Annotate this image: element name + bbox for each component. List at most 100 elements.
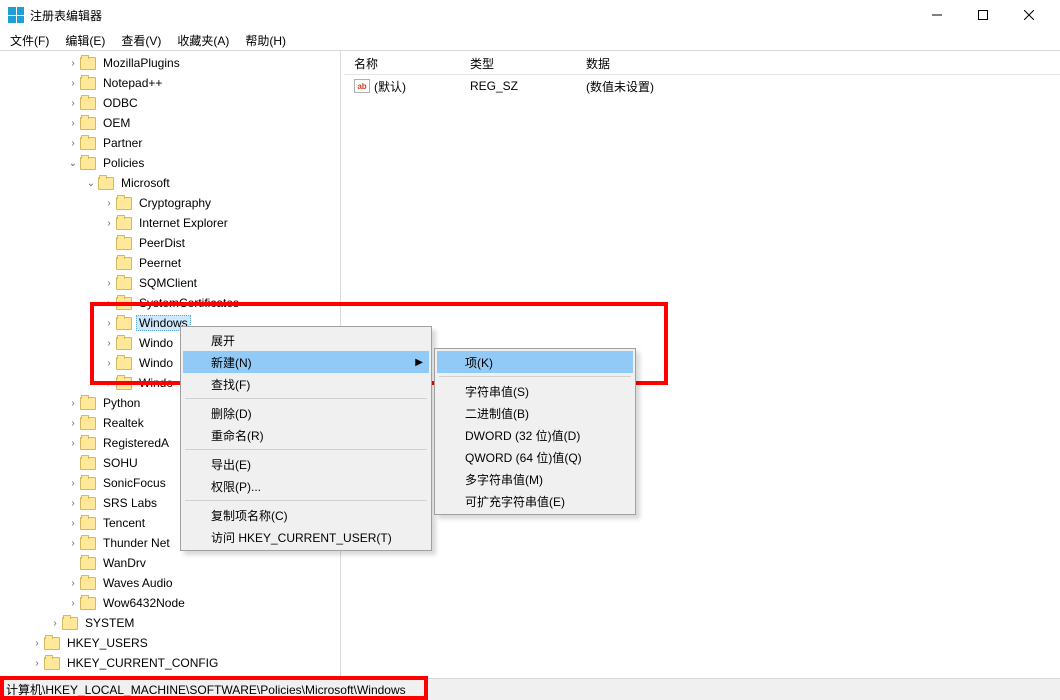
context-submenu-new[interactable]: 项(K) 字符串值(S) 二进制值(B) DWORD (32 位)值(D)QWORD …	[434, 348, 636, 515]
list-header: 名称 类型 数据	[344, 51, 1060, 75]
context-menu-item[interactable]: 删除(D)	[183, 402, 429, 424]
tree-node[interactable]: ⌄Policies	[0, 153, 340, 173]
context-menu-item[interactable]: 项(K)	[437, 351, 633, 373]
chevron-right-icon[interactable]: ›	[66, 476, 80, 490]
menu-item[interactable]: 查看(V)	[115, 30, 167, 50]
context-menu-item[interactable]: 复制项名称(C)	[183, 504, 429, 526]
chevron-down-icon[interactable]: ⌄	[84, 176, 98, 190]
chevron-right-icon[interactable]: ›	[66, 116, 80, 130]
menu-item[interactable]: 帮助(H)	[239, 30, 292, 50]
tree-node[interactable]: ›ODBC	[0, 93, 340, 113]
chevron-right-icon[interactable]: ›	[102, 316, 116, 330]
tree-node[interactable]: ›SystemCertificates	[0, 293, 340, 313]
tree-node[interactable]: ›SYSTEM	[0, 613, 340, 633]
chevron-right-icon[interactable]: ›	[102, 376, 116, 390]
context-menu-item[interactable]: 多字符串值(M)	[437, 468, 633, 490]
context-menu[interactable]: 展开新建(N)▶查找(F) 删除(D)重命名(R) 导出(E)权限(P)... 复制项…	[180, 326, 432, 551]
minimize-button[interactable]	[914, 0, 960, 30]
tree-node[interactable]: › Notepad++	[0, 73, 340, 93]
tree-node[interactable]: ⌄Microsoft	[0, 173, 340, 193]
col-data[interactable]: 数据	[576, 51, 1060, 74]
chevron-right-icon[interactable]: ›	[102, 296, 116, 310]
tree-node[interactable]: ›MozillaPlugins	[0, 53, 340, 73]
context-menu-item[interactable]: 访问 HKEY_CURRENT_USER(T)	[183, 526, 429, 548]
chevron-down-icon[interactable]: ⌄	[66, 156, 80, 170]
context-menu-item[interactable]: QWORD (64 位)值(Q)	[437, 446, 633, 468]
menu-item[interactable]: 文件(F)	[4, 30, 55, 50]
chevron-right-icon[interactable]: ›	[66, 416, 80, 430]
menu-item[interactable]: 收藏夹(A)	[171, 30, 235, 50]
context-menu-item[interactable]: 查找(F)	[183, 373, 429, 395]
chevron-right-icon[interactable]: ›	[102, 216, 116, 230]
chevron-right-icon[interactable]: ›	[102, 336, 116, 350]
col-name[interactable]: 名称	[344, 51, 460, 74]
context-menu-item[interactable]: 权限(P)...	[183, 475, 429, 497]
context-menu-item[interactable]: 字符串值(S)	[437, 380, 633, 402]
tree-node-label: Windo	[136, 355, 176, 371]
chevron-right-icon[interactable]: ›	[66, 536, 80, 550]
tree-node[interactable]: › Waves Audio	[0, 573, 340, 593]
chevron-right-icon[interactable]: ›	[66, 436, 80, 450]
tree-node-label: Waves Audio	[100, 575, 176, 591]
tree-node[interactable]: ›SQMClient	[0, 273, 340, 293]
tree-node-label: Wow6432Node	[100, 595, 188, 611]
context-menu-item[interactable]: 展开	[183, 329, 429, 351]
chevron-right-icon[interactable]: ›	[102, 356, 116, 370]
chevron-right-icon[interactable]: ›	[102, 196, 116, 210]
chevron-right-icon[interactable]: ›	[48, 616, 62, 630]
menu-separator	[185, 500, 427, 501]
chevron-right-icon[interactable]: ›	[66, 56, 80, 70]
chevron-right-icon[interactable]: ›	[66, 516, 80, 530]
folder-icon	[80, 497, 96, 510]
cell-data: (数值未设置)	[576, 76, 1060, 97]
tree-node[interactable]: WanDrv	[0, 553, 340, 573]
folder-icon	[116, 317, 132, 330]
tree-node[interactable]: ›OEM	[0, 113, 340, 133]
tree-node[interactable]: Peernet	[0, 253, 340, 273]
folder-icon	[80, 137, 96, 150]
list-row[interactable]: ab(默认)REG_SZ(数值未设置)	[344, 75, 1060, 97]
context-menu-item-label: 新建(N)	[211, 354, 252, 371]
col-type[interactable]: 类型	[460, 51, 576, 74]
maximize-button[interactable]	[960, 0, 1006, 30]
folder-icon	[80, 97, 96, 110]
chevron-right-icon[interactable]: ›	[30, 656, 44, 670]
chevron-right-icon[interactable]: ›	[66, 496, 80, 510]
context-menu-item[interactable]: 可扩充字符串值(E)	[437, 490, 633, 512]
tree-node-label: Notepad++	[100, 75, 165, 91]
context-menu-item-label: 项(K)	[465, 354, 493, 371]
context-menu-item[interactable]: 导出(E)	[183, 453, 429, 475]
tree-node-label: SRS Labs	[100, 495, 160, 511]
chevron-right-icon[interactable]: ›	[66, 396, 80, 410]
tree-node[interactable]: ›HKEY_CURRENT_CONFIG	[0, 653, 340, 673]
chevron-right-icon[interactable]: ›	[66, 96, 80, 110]
chevron-right-icon[interactable]: ›	[66, 76, 80, 90]
tree-node[interactable]: PeerDist	[0, 233, 340, 253]
folder-icon	[80, 117, 96, 130]
context-menu-item[interactable]: DWORD (32 位)值(D)	[437, 424, 633, 446]
tree-node[interactable]: › Wow6432Node	[0, 593, 340, 613]
close-button[interactable]	[1006, 0, 1052, 30]
chevron-right-icon[interactable]: ›	[66, 576, 80, 590]
tree-node-label: SonicFocus	[100, 475, 169, 491]
menu-item[interactable]: 编辑(E)	[59, 30, 111, 50]
folder-icon	[80, 157, 96, 170]
tree-node[interactable]: ›Cryptography	[0, 193, 340, 213]
tree-node[interactable]: ›HKEY_USERS	[0, 633, 340, 653]
context-menu-item[interactable]: 新建(N)▶	[183, 351, 429, 373]
context-menu-item[interactable]: 二进制值(B)	[437, 402, 633, 424]
tree-node[interactable]: ›Internet Explorer	[0, 213, 340, 233]
chevron-right-icon[interactable]: ›	[66, 596, 80, 610]
context-menu-item-label: 二进制值(B)	[465, 405, 529, 422]
chevron-right-icon[interactable]: ›	[102, 276, 116, 290]
chevron-right-icon[interactable]: ›	[66, 136, 80, 150]
statusbar-path: 计算机\HKEY_LOCAL_MACHINE\SOFTWARE\Policies…	[6, 681, 406, 698]
titlebar: 注册表编辑器	[0, 0, 1060, 30]
context-menu-item[interactable]: 重命名(R)	[183, 424, 429, 446]
folder-icon	[98, 177, 114, 190]
chevron-right-icon[interactable]: ›	[30, 636, 44, 650]
menu-separator	[185, 449, 427, 450]
tree-node[interactable]: ›Partner	[0, 133, 340, 153]
folder-icon	[80, 537, 96, 550]
folder-icon	[116, 237, 132, 250]
